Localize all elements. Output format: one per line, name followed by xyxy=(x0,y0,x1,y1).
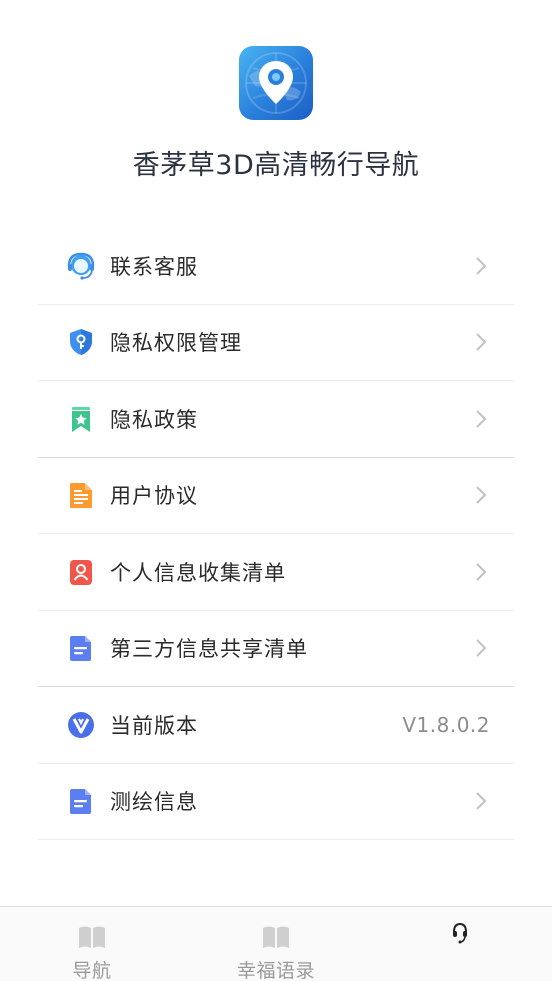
menu-item-label: 用户协议 xyxy=(110,484,198,509)
chevron-right-icon xyxy=(474,408,488,430)
user-card-icon xyxy=(66,557,96,587)
chevron-right-icon xyxy=(474,484,488,506)
list-document-icon xyxy=(66,633,96,663)
book-icon xyxy=(262,925,290,953)
tab-customer-service[interactable] xyxy=(368,907,552,981)
list-document-icon xyxy=(66,786,96,816)
menu-item-personal-info-list[interactable]: 个人信息收集清单 xyxy=(38,534,514,611)
settings-menu: 联系客服 隐私权限管理 隐私政策 用户协议 个人信息收集清单 第三方信息共享清单… xyxy=(38,228,514,840)
app-logo-icon xyxy=(239,46,313,120)
menu-item-label: 隐私政策 xyxy=(110,407,198,432)
menu-item-privacy-policy[interactable]: 隐私政策 xyxy=(38,381,514,458)
menu-item-label: 联系客服 xyxy=(110,254,198,279)
customer-service-icon xyxy=(66,251,96,281)
version-value: V1.8.0.2 xyxy=(402,712,490,737)
headset-icon xyxy=(450,921,470,951)
menu-item-label: 第三方信息共享清单 xyxy=(110,637,308,662)
tab-navigation[interactable]: 导航 xyxy=(0,907,184,981)
menu-item-privacy-permissions[interactable]: 隐私权限管理 xyxy=(38,305,514,381)
menu-item-label: 当前版本 xyxy=(110,713,198,738)
menu-item-third-party-sharing[interactable]: 第三方信息共享清单 xyxy=(38,611,514,687)
bookmark-star-icon xyxy=(66,404,96,434)
menu-item-label: 隐私权限管理 xyxy=(110,331,242,356)
menu-item-customer-service[interactable]: 联系客服 xyxy=(38,228,514,305)
app-title: 香茅草3D高清畅行导航 xyxy=(132,150,420,181)
chevron-right-icon xyxy=(474,561,488,583)
bottom-tab-bar: 导航 幸福语录 xyxy=(0,906,552,981)
menu-item-current-version[interactable]: 当前版本 V1.8.0.2 xyxy=(38,687,514,764)
shield-key-icon xyxy=(66,327,96,357)
menu-item-label: 个人信息收集清单 xyxy=(110,560,286,585)
book-icon xyxy=(78,925,106,953)
menu-item-user-agreement[interactable]: 用户协议 xyxy=(38,458,514,534)
menu-item-surveying-info[interactable]: 测绘信息 xyxy=(38,764,514,840)
settings-page: 香茅草3D高清畅行导航 联系客服 隐私权限管理 隐私政策 用户协议 个人信息收集… xyxy=(0,0,552,981)
chevron-right-icon xyxy=(474,790,488,812)
chevron-right-icon xyxy=(474,637,488,659)
tab-label: 幸福语录 xyxy=(236,960,315,981)
version-v-icon xyxy=(66,710,96,740)
chevron-right-icon xyxy=(474,331,488,353)
tab-label: 导航 xyxy=(72,960,112,981)
document-icon xyxy=(66,480,96,510)
tab-happy-quotes[interactable]: 幸福语录 xyxy=(184,907,368,981)
chevron-right-icon xyxy=(474,255,488,277)
menu-item-label: 测绘信息 xyxy=(110,790,198,815)
